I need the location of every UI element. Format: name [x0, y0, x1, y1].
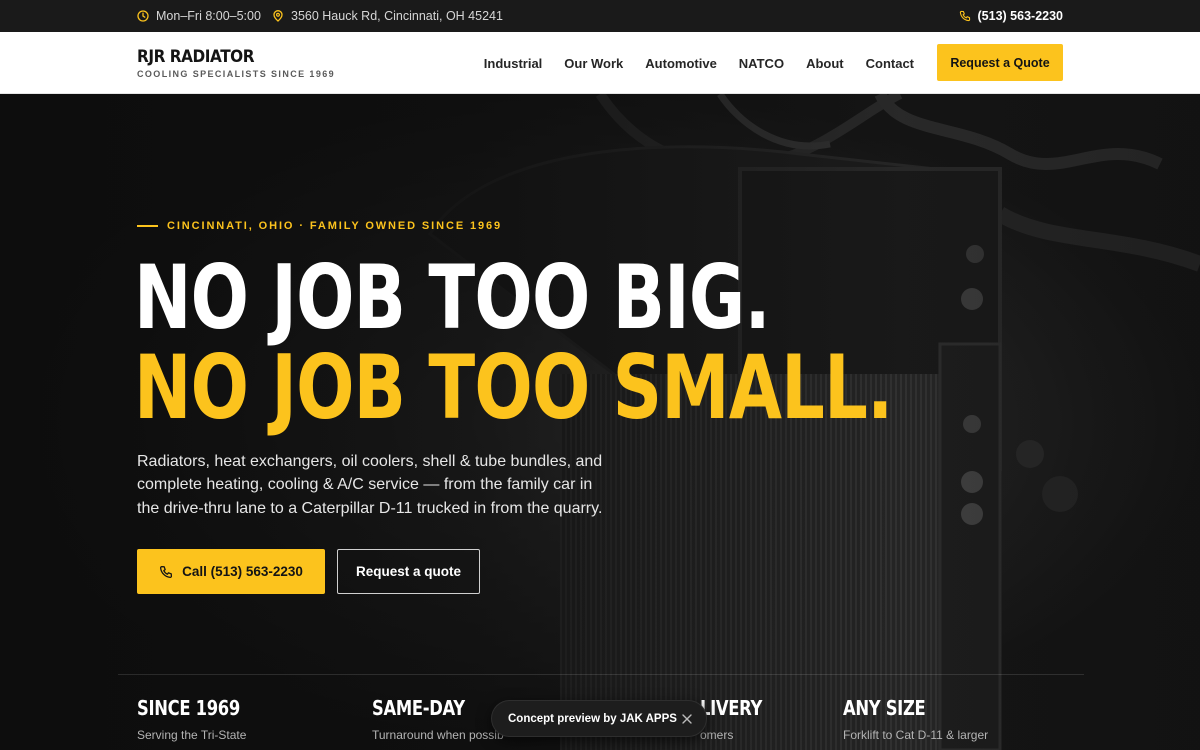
hero-description: Radiators, heat exchangers, oil coolers,… [137, 453, 603, 517]
nav-link-contact[interactable]: Contact [866, 56, 914, 71]
brand-tagline: COOLING SPECIALISTS SINCE 1969 [137, 69, 336, 79]
topbar-phone-link[interactable]: (513) 563-2230 [959, 0, 1063, 32]
stat-subtitle: Forklift to Cat D-11 & larger [843, 728, 989, 742]
stats-divider [118, 674, 1084, 675]
nav-link-our-work[interactable]: Our Work [564, 56, 623, 71]
nav-link-automotive[interactable]: Automotive [645, 56, 717, 71]
hours-text: Mon–Fri 8:00–5:00 [156, 9, 261, 23]
hero-section: CINCINNATI, OHIO · FAMILY OWNED SINCE 19… [0, 94, 1200, 750]
stat-any-size: ANY SIZE Forklift to Cat D-11 & larger [843, 696, 988, 742]
brand-name: RJR RADIATOR [137, 47, 255, 67]
call-button-label: Call (513) 563-2230 [182, 564, 303, 579]
address-text: 3560 Hauck Rd, Cincinnati, OH 45241 [291, 9, 503, 23]
stat-title: LIVERY [700, 696, 763, 720]
headline-line-1: NO JOB TOO BIG. [134, 246, 771, 349]
stat-delivery: LIVERY omers [700, 696, 776, 742]
stat-since-1969: SINCE 1969 Serving the Tri-State [137, 696, 263, 742]
map-pin-icon [273, 10, 283, 22]
top-info-bar: Mon–Fri 8:00–5:00 3560 Hauck Rd, Cincinn… [0, 0, 1200, 32]
stat-subtitle: Turnaround when possib [372, 728, 504, 742]
business-address: 3560 Hauck Rd, Cincinnati, OH 45241 [272, 0, 503, 32]
stat-title: SAME-DAY [372, 696, 465, 720]
stat-subtitle: omers [700, 728, 734, 742]
close-icon[interactable] [680, 712, 694, 726]
nav-link-about[interactable]: About [806, 56, 844, 71]
stat-title: SINCE 1969 [137, 696, 240, 720]
call-button[interactable]: Call (513) 563-2230 [137, 549, 325, 594]
nav-link-industrial[interactable]: Industrial [484, 56, 543, 71]
concept-preview-toast: Concept preview by JAK APPS [491, 700, 707, 737]
eyebrow-text: CINCINNATI, OHIO · FAMILY OWNED SINCE 19… [167, 220, 503, 232]
headline-line-2: NO JOB TOO SMALL. [134, 336, 893, 439]
request-quote-button[interactable]: Request a Quote [937, 44, 1063, 81]
request-quote-secondary-button[interactable]: Request a quote [337, 549, 480, 594]
phone-icon [959, 10, 970, 22]
hero-eyebrow: CINCINNATI, OHIO · FAMILY OWNED SINCE 19… [137, 220, 502, 232]
business-hours: Mon–Fri 8:00–5:00 [137, 0, 261, 32]
brand-logo[interactable]: RJR RADIATOR COOLING SPECIALISTS SINCE 1… [137, 47, 335, 79]
eyebrow-rule [137, 225, 158, 227]
stat-same-day: SAME-DAY Turnaround when possib [372, 696, 504, 742]
nav-links: Industrial Our Work Automotive NATCO Abo… [484, 32, 914, 94]
nav-link-natco[interactable]: NATCO [739, 56, 784, 71]
phone-icon [160, 565, 173, 578]
toast-text: Concept preview by JAK APPS [508, 712, 677, 725]
clock-icon [137, 10, 149, 22]
stat-subtitle: Serving the Tri-State [137, 728, 247, 742]
phone-text: (513) 563-2230 [977, 9, 1063, 23]
stat-title: ANY SIZE [843, 696, 926, 720]
main-navigation: RJR RADIATOR COOLING SPECIALISTS SINCE 1… [0, 32, 1200, 94]
